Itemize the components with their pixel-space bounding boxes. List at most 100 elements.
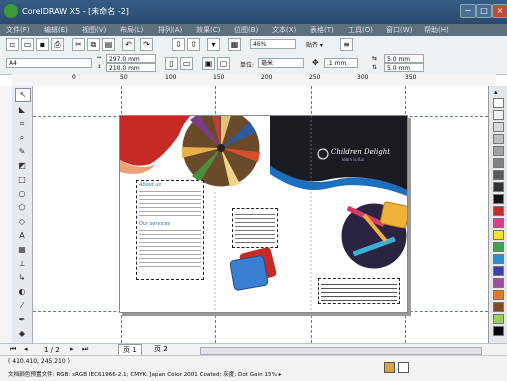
menu-tools[interactable]: 工具(O) xyxy=(348,25,373,35)
copy-icon[interactable]: ⧉ xyxy=(87,38,100,51)
brochure-subheading[interactable]: learn is fun xyxy=(342,157,364,162)
bottom-right-text-frame[interactable] xyxy=(318,278,400,304)
color-palette: ▴ xyxy=(488,86,507,348)
palette-swatch[interactable] xyxy=(493,326,504,336)
duplicate-distance-y-field[interactable]: 5.0 mm xyxy=(384,63,424,72)
palette-swatch[interactable] xyxy=(493,158,504,168)
palette-swatch[interactable] xyxy=(493,290,504,300)
polygon-tool-icon[interactable]: ⬠ xyxy=(15,202,29,214)
zoom-level-select[interactable]: 46% xyxy=(250,39,296,49)
crop-tool-icon[interactable]: ⌗ xyxy=(15,118,29,130)
rectangle-tool-icon[interactable]: □ xyxy=(15,174,29,186)
welcome-screen-icon[interactable]: ▦ xyxy=(228,38,241,51)
units-select[interactable]: 毫米 xyxy=(258,58,304,68)
page-width-field[interactable]: 297.0 mm xyxy=(106,54,156,63)
smart-fill-tool-icon[interactable]: ◩ xyxy=(15,160,29,172)
snap-to-dropdown[interactable]: 贴齐 ▾ xyxy=(306,40,323,49)
new-document-icon[interactable]: ▫ xyxy=(6,38,19,51)
landscape-icon[interactable]: ▭ xyxy=(180,57,193,70)
pick-tool-icon[interactable]: ↖ xyxy=(15,88,31,102)
menu-edit[interactable]: 编辑(E) xyxy=(44,25,68,35)
palette-swatch[interactable] xyxy=(493,230,504,240)
basic-shapes-tool-icon[interactable]: ◇ xyxy=(15,216,29,228)
document-color-profile[interactable]: 文档颜色预置文件: RGB: sRGB IEC61966-2.1; CMYK: … xyxy=(8,370,281,378)
next-page-icon[interactable]: ▸ xyxy=(70,345,74,353)
brochure-heading[interactable]: Children Delight xyxy=(331,148,390,156)
fill-indicator-icon[interactable] xyxy=(384,362,395,373)
palette-swatch[interactable] xyxy=(493,182,504,192)
last-page-icon[interactable]: ⏭ xyxy=(82,345,88,354)
table-tool-icon[interactable]: ▦ xyxy=(15,244,29,256)
left-text-frame[interactable]: About us Our services xyxy=(136,180,204,280)
maximize-button[interactable]: □ xyxy=(476,4,492,18)
palette-swatch[interactable] xyxy=(493,194,504,204)
portrait-icon[interactable]: ▯ xyxy=(165,57,178,70)
minimize-button[interactable]: − xyxy=(460,4,476,18)
blend-tool-icon[interactable]: ◐ xyxy=(15,286,29,298)
palette-swatch[interactable] xyxy=(493,170,504,180)
palette-swatch[interactable] xyxy=(493,218,504,228)
menu-view[interactable]: 视图(V) xyxy=(82,25,106,35)
shape-tool-icon[interactable]: ◣ xyxy=(15,104,29,116)
freehand-tool-icon[interactable]: ✎ xyxy=(15,146,29,158)
export-icon[interactable]: ⇧ xyxy=(187,38,200,51)
paper-size-select[interactable]: A4 xyxy=(6,58,92,68)
palette-swatch[interactable] xyxy=(493,302,504,312)
eyedropper-tool-icon[interactable]: ⁄ xyxy=(15,300,29,312)
menu-layout[interactable]: 布局(L) xyxy=(120,25,143,35)
palette-swatch[interactable] xyxy=(493,134,504,144)
palette-swatch[interactable] xyxy=(493,122,504,132)
page-height-field[interactable]: 210.0 mm xyxy=(106,63,156,72)
palette-swatch[interactable] xyxy=(493,206,504,216)
first-page-icon[interactable]: ⏮ xyxy=(10,345,16,354)
menu-window[interactable]: 窗口(W) xyxy=(386,25,412,35)
horizontal-scrollbar[interactable] xyxy=(200,347,482,355)
tab-page-2[interactable]: 页 2 xyxy=(150,344,172,354)
palette-swatch[interactable] xyxy=(493,254,504,264)
fill-tool-icon[interactable]: ◆ xyxy=(15,328,29,340)
zoom-tool-icon[interactable]: ⌕ xyxy=(15,132,29,144)
connector-tool-icon[interactable]: ↳ xyxy=(15,272,29,284)
cut-icon[interactable]: ✂ xyxy=(72,38,85,51)
palette-swatch[interactable] xyxy=(493,314,504,324)
toolbox: ↖ ◣ ⌗ ⌕ ✎ ◩ □ ○ ⬠ ◇ A ▦ ⟂ ↳ ◐ ⁄ ✒ ◆ xyxy=(12,86,33,348)
outline-tool-icon[interactable]: ✒ xyxy=(15,314,29,326)
palette-swatch[interactable] xyxy=(493,266,504,276)
palette-swatch[interactable] xyxy=(493,110,504,120)
open-icon[interactable]: ▭ xyxy=(21,38,34,51)
ellipse-tool-icon[interactable]: ○ xyxy=(15,188,29,200)
import-icon[interactable]: ⇩ xyxy=(172,38,185,51)
previous-page-icon[interactable]: ◂ xyxy=(24,345,28,353)
document-page[interactable]: Children Delight learn is fun About us O… xyxy=(119,104,412,313)
menu-help[interactable]: 帮助(H) xyxy=(424,25,449,35)
current-page-icon[interactable]: ▢ xyxy=(217,57,230,70)
menu-text[interactable]: 文本(X) xyxy=(272,25,296,35)
menu-effects[interactable]: 效果(C) xyxy=(196,25,220,35)
text-tool-icon[interactable]: A xyxy=(15,230,29,242)
palette-swatch[interactable] xyxy=(493,278,504,288)
palette-scroll-up-icon[interactable]: ▴ xyxy=(494,88,498,96)
menu-arrange[interactable]: 排列(A) xyxy=(158,25,182,35)
duplicate-x-icon: ⇆ xyxy=(372,55,378,62)
menu-file[interactable]: 文件(F) xyxy=(6,25,30,35)
dimension-tool-icon[interactable]: ⟂ xyxy=(15,258,29,270)
application-launcher-icon[interactable]: ▾ xyxy=(207,38,220,51)
close-button[interactable]: × xyxy=(492,4,507,18)
duplicate-distance-x-field[interactable]: 5.0 mm xyxy=(384,54,424,63)
outline-indicator-icon[interactable] xyxy=(398,362,409,373)
save-icon[interactable]: ▪ xyxy=(36,38,49,51)
palette-swatch[interactable] xyxy=(493,146,504,156)
undo-icon[interactable]: ↶ xyxy=(122,38,135,51)
print-icon[interactable]: ⎙ xyxy=(51,38,64,51)
address-text-frame[interactable] xyxy=(232,208,278,248)
all-pages-icon[interactable]: ▣ xyxy=(202,57,215,70)
palette-swatch[interactable] xyxy=(493,98,504,108)
paste-icon[interactable]: ▤ xyxy=(102,38,115,51)
palette-swatch[interactable] xyxy=(493,242,504,252)
drawing-canvas[interactable]: Children Delight learn is fun About us O… xyxy=(33,86,488,348)
options-icon[interactable]: ≡ xyxy=(340,38,353,51)
nudge-distance-field[interactable]: .1 mm xyxy=(324,58,358,68)
redo-icon[interactable]: ↷ xyxy=(140,38,153,51)
menu-bitmaps[interactable]: 位图(B) xyxy=(234,25,258,35)
menu-table[interactable]: 表格(T) xyxy=(310,25,334,35)
